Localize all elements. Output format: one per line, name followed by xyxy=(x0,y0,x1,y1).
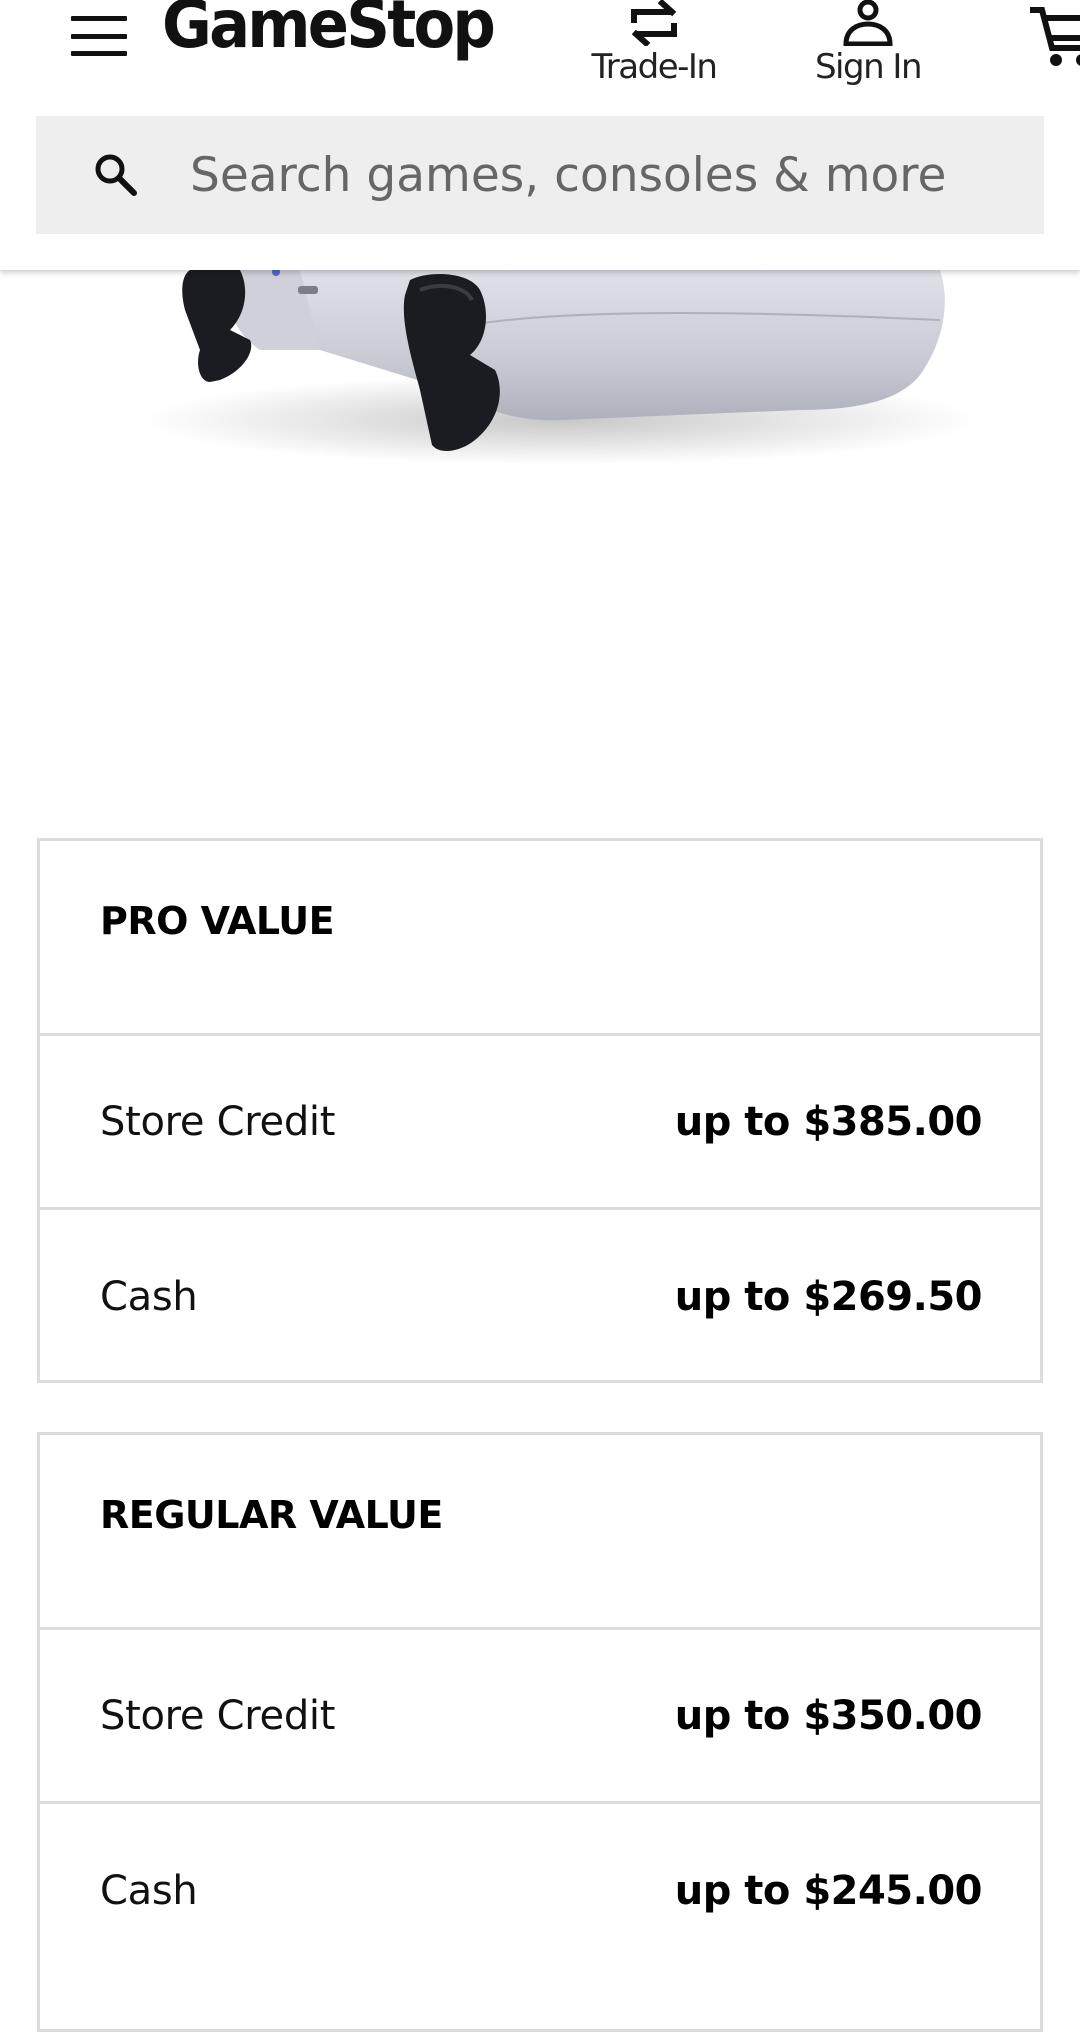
menu-line xyxy=(71,51,127,56)
regular-cash-row: Cash up to $245.00 xyxy=(40,1804,1040,1978)
regular-value-title: REGULAR VALUE xyxy=(100,1493,443,1537)
search-input[interactable] xyxy=(190,147,1030,203)
pro-value-header: PRO VALUE xyxy=(40,841,1040,1036)
pro-value-title: PRO VALUE xyxy=(100,899,335,943)
trade-in-link[interactable]: Trade-In xyxy=(584,0,724,84)
cash-amount: up to $269.50 xyxy=(674,1274,983,1320)
search-icon[interactable] xyxy=(94,153,138,197)
regular-store-credit-row: Store Credit up to $350.00 xyxy=(40,1630,1040,1804)
controller-image xyxy=(140,270,980,465)
gamestop-logo[interactable]: GameStop xyxy=(162,0,496,58)
shopping-cart-icon[interactable] xyxy=(1030,0,1080,74)
trade-in-label: Trade-In xyxy=(591,47,718,87)
regular-value-header: REGULAR VALUE xyxy=(40,1435,1040,1630)
regular-value-panel: REGULAR VALUE Store Credit up to $350.00… xyxy=(37,1432,1043,2032)
store-credit-amount: up to $385.00 xyxy=(674,1098,983,1145)
store-credit-label: Store Credit xyxy=(100,1692,336,1739)
swap-arrows-icon xyxy=(631,0,677,46)
store-credit-label: Store Credit xyxy=(100,1098,336,1145)
pro-cash-row: Cash up to $269.50 xyxy=(40,1210,1040,1384)
pro-store-credit-row: Store Credit up to $385.00 xyxy=(40,1036,1040,1210)
store-credit-amount: up to $350.00 xyxy=(674,1692,983,1739)
cash-label: Cash xyxy=(100,1274,198,1320)
site-header: GameStop Trade-In Sign In xyxy=(0,0,1080,270)
user-icon xyxy=(843,0,893,46)
pro-value-panel: PRO VALUE Store Credit up to $385.00 Cas… xyxy=(37,838,1043,1383)
sign-in-label: Sign In xyxy=(814,47,923,87)
sign-in-link[interactable]: Sign In xyxy=(806,0,930,84)
menu-line xyxy=(71,33,127,39)
cash-label: Cash xyxy=(100,1868,198,1914)
cash-amount: up to $245.00 xyxy=(674,1868,983,1914)
search-bar[interactable] xyxy=(36,116,1044,234)
menu-line xyxy=(71,16,127,21)
hamburger-menu-icon[interactable] xyxy=(70,14,128,58)
